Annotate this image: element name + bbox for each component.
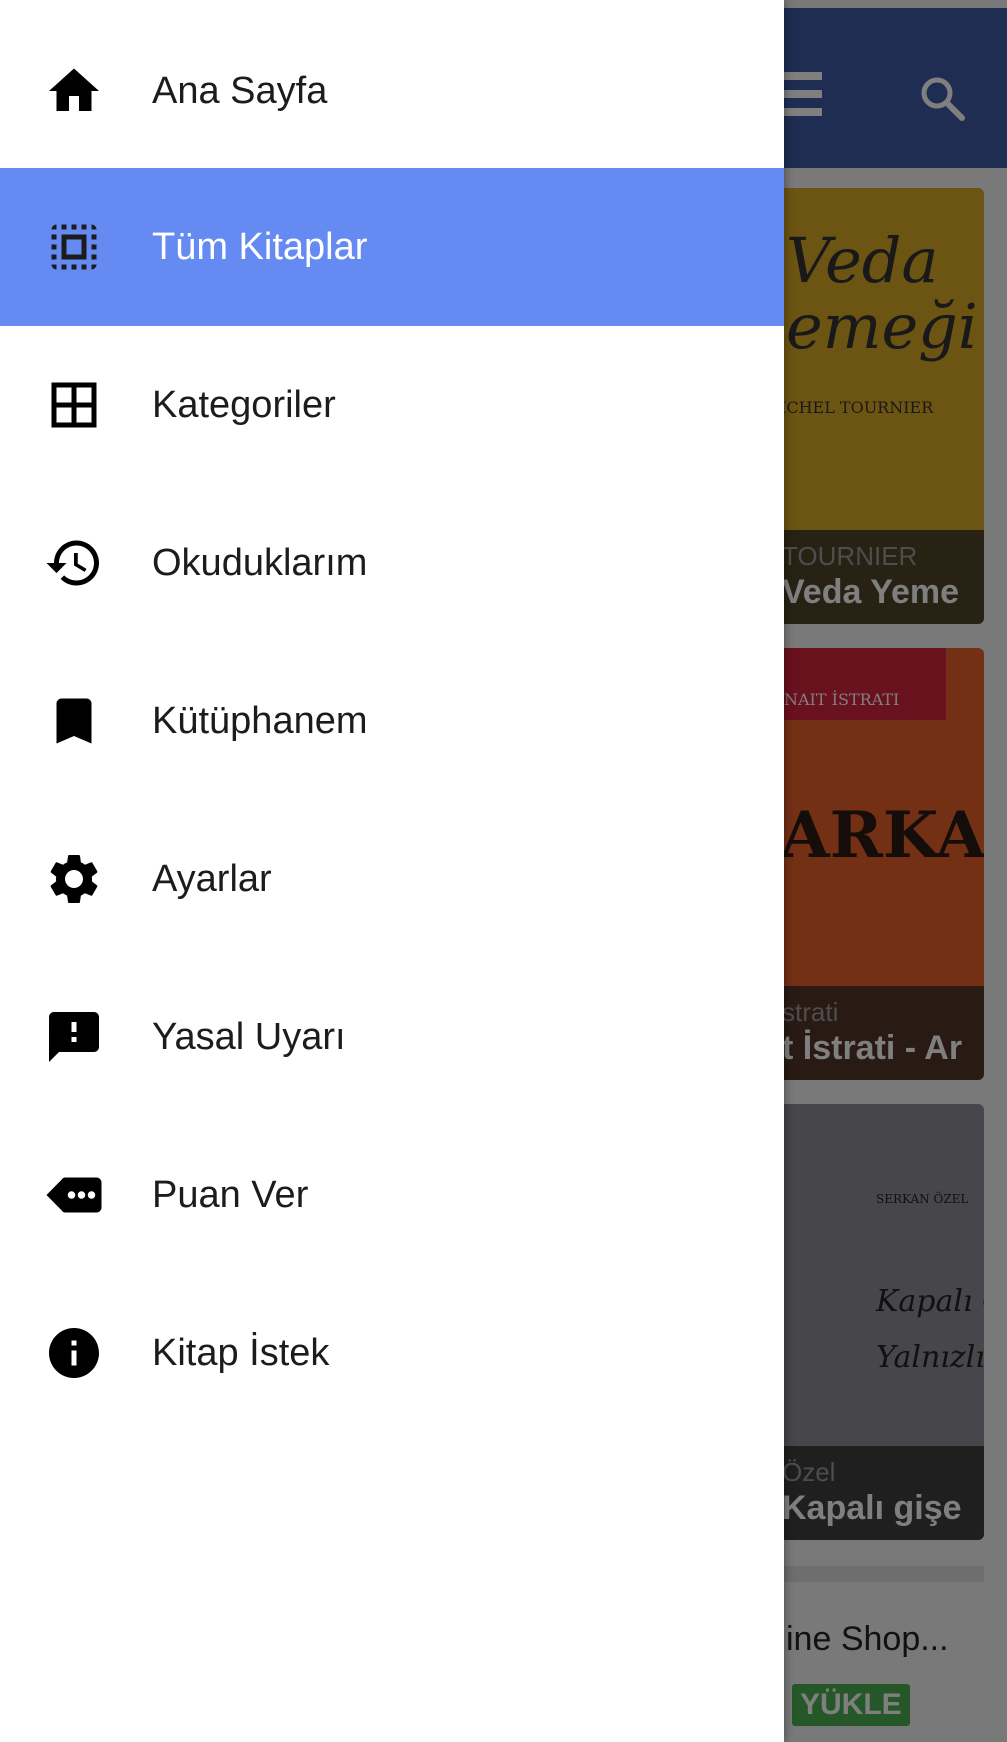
nav-item-label: Ayarlar [152,857,272,900]
nav-item-label: Kütüphanem [152,699,368,742]
nav-item-history[interactable]: Okuduklarım [0,484,784,642]
rate-label-icon [42,1163,106,1227]
nav-item-label: Kitap İstek [152,1331,330,1374]
nav-item-book-request[interactable]: Kitap İstek [0,1274,784,1432]
nav-item-rate[interactable]: Puan Ver [0,1116,784,1274]
navigation-drawer: Ana Sayfa Tüm Kitaplar Kategoriler Okudu… [0,0,784,1742]
nav-item-label: Yasal Uyarı [152,1015,346,1058]
nav-item-label: Tüm Kitaplar [152,225,368,268]
nav-item-label: Ana Sayfa [152,69,328,112]
nav-item-home[interactable]: Ana Sayfa [0,12,784,170]
nav-item-all-books[interactable]: Tüm Kitaplar [0,168,784,326]
home-icon [42,59,106,123]
info-icon [42,1321,106,1385]
grid-icon [42,373,106,437]
nav-item-categories[interactable]: Kategoriler [0,326,784,484]
nav-item-settings[interactable]: Ayarlar [0,800,784,958]
select-all-icon [42,215,106,279]
feedback-icon [42,1005,106,1069]
gear-icon [42,847,106,911]
bookmark-icon [42,689,106,753]
nav-item-library[interactable]: Kütüphanem [0,642,784,800]
nav-item-label: Okuduklarım [152,541,368,584]
nav-item-label: Kategoriler [152,383,336,426]
nav-item-label: Puan Ver [152,1173,309,1216]
nav-item-legal-notice[interactable]: Yasal Uyarı [0,958,784,1116]
history-icon [42,531,106,595]
